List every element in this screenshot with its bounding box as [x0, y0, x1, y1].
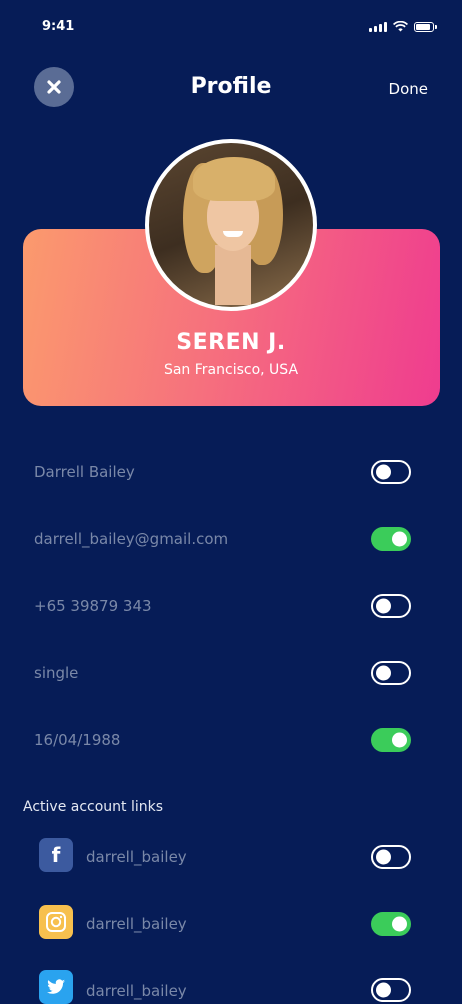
profile-name: SEREN J.: [176, 330, 286, 355]
status-icons: [369, 21, 437, 32]
avatar[interactable]: [145, 139, 317, 311]
facebook-icon: f: [39, 838, 73, 872]
field-birthdate-value: 16/04/1988: [34, 731, 121, 749]
battery-icon: [414, 21, 437, 32]
field-name-value: Darrell Bailey: [34, 463, 135, 481]
field-birthdate-toggle[interactable]: [371, 728, 411, 752]
instagram-icon: [39, 905, 73, 939]
field-phone-value: +65 39879 343: [34, 597, 152, 615]
twitter-link-toggle[interactable]: [371, 978, 411, 1002]
twitter-handle: darrell_bailey: [86, 982, 187, 1000]
field-name-toggle[interactable]: [371, 460, 411, 484]
instagram-link-toggle[interactable]: [371, 912, 411, 936]
section-title-account-links: Active account links: [23, 799, 164, 815]
status-time: 9:41: [42, 19, 75, 34]
facebook-link-toggle[interactable]: [371, 845, 411, 869]
field-status-toggle[interactable]: [371, 661, 411, 685]
instagram-handle: darrell_bailey: [86, 915, 187, 933]
signal-icon: [369, 21, 387, 32]
field-email-value: darrell_bailey@gmail.com: [34, 530, 229, 548]
field-email-toggle[interactable]: [371, 527, 411, 551]
profile-location: San Francisco, USA: [163, 362, 299, 378]
wifi-icon: [393, 21, 408, 32]
field-phone-toggle[interactable]: [371, 594, 411, 618]
twitter-icon: [39, 970, 73, 1004]
field-status-value: single: [34, 664, 79, 682]
done-button[interactable]: Done: [389, 80, 428, 98]
facebook-handle: darrell_bailey: [86, 848, 187, 866]
